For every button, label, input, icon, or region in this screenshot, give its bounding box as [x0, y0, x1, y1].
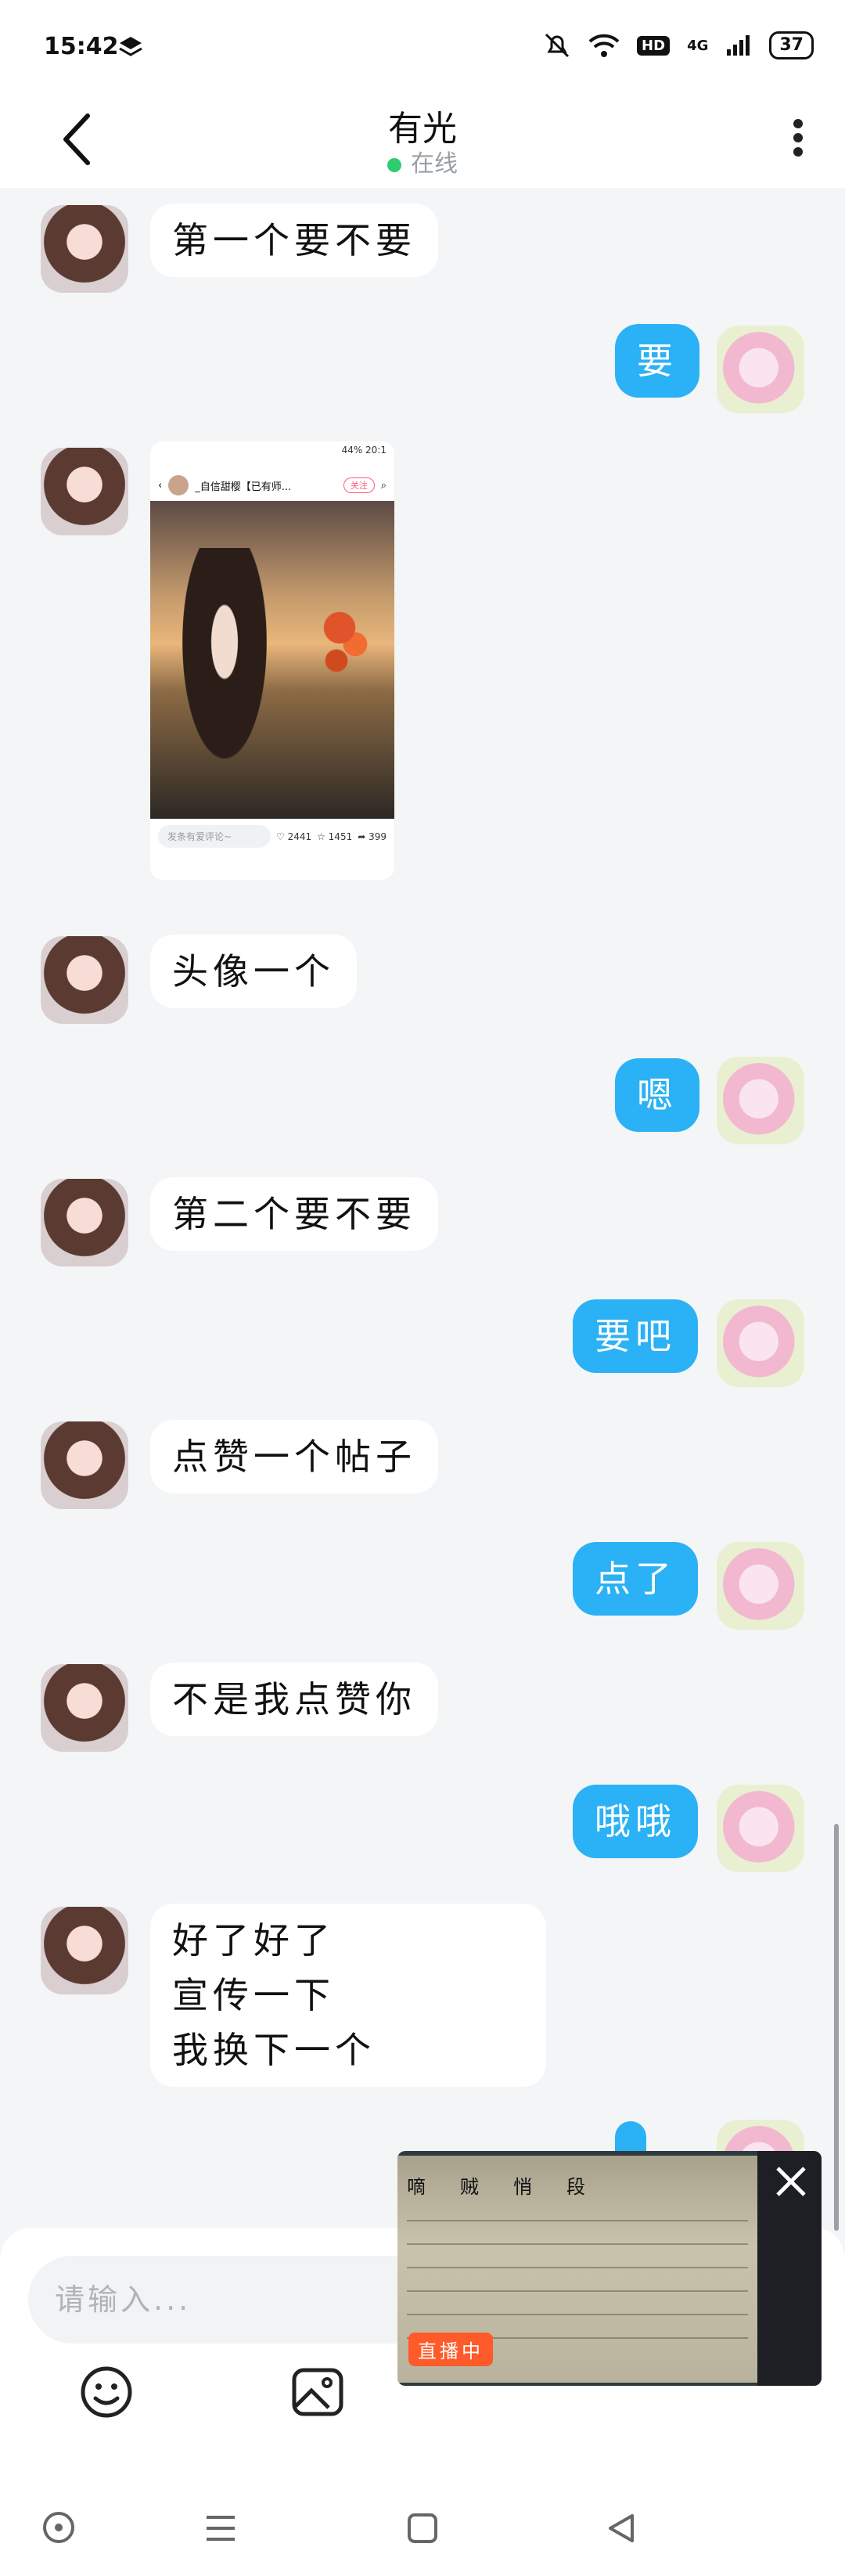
signal-icon	[727, 35, 750, 56]
post-shares: ➦ 399	[358, 830, 387, 842]
more-options-button[interactable]	[782, 114, 814, 169]
layers-icon	[119, 37, 142, 56]
my-avatar[interactable]	[717, 1542, 804, 1630]
message-line: 好了好了	[172, 1919, 335, 1962]
contact-avatar[interactable]	[41, 1179, 128, 1266]
post-image	[150, 501, 394, 819]
status-bar: 15:42 HD 4G 37	[0, 0, 845, 94]
contact-avatar[interactable]	[41, 448, 128, 535]
network-label: 4G	[687, 37, 709, 54]
message-bubble-outgoing[interactable]: 嗯	[615, 1058, 699, 1132]
hd-icon: HD	[637, 35, 671, 56]
emoji-icon[interactable]	[75, 2361, 138, 2423]
message-bubble-incoming[interactable]: 头像一个	[150, 935, 357, 1008]
home-icon[interactable]	[405, 2511, 440, 2545]
search-icon: ⌕	[380, 479, 387, 492]
doc-header-row: 嘀 贼 悄 段	[407, 2171, 585, 2199]
contact-avatar[interactable]	[41, 1421, 128, 1509]
message-line: 宣传一下	[172, 1974, 335, 2016]
girl-figure	[174, 548, 275, 783]
message-line: 我换下一个	[172, 2029, 376, 2071]
post-author: _自信甜樱【已有师...	[195, 481, 292, 493]
post-comment-input: 发条有爱评论~	[158, 825, 271, 848]
favorites-count: 1451	[328, 830, 353, 842]
contact-avatar[interactable]	[41, 205, 128, 293]
follow-button: 关注	[343, 477, 375, 493]
message-bubble-outgoing[interactable]: 点了	[573, 1542, 698, 1616]
contact-avatar[interactable]	[41, 1907, 128, 1994]
doc-label: 悄	[513, 2176, 532, 2198]
flower-bouquet	[315, 595, 377, 704]
live-badge: 直播中	[408, 2333, 493, 2366]
message-bubble-outgoing[interactable]: 要	[615, 324, 699, 398]
doc-label: 段	[566, 2176, 585, 2198]
post-status-bar: 44% 20:1	[150, 441, 394, 470]
my-avatar[interactable]	[717, 1057, 804, 1144]
doc-label: 嘀	[407, 2176, 426, 2198]
doc-label: 贼	[460, 2176, 479, 2198]
menu-icon[interactable]	[203, 2513, 238, 2544]
chat-header: 有光 在线	[0, 94, 845, 188]
close-icon[interactable]	[771, 2162, 811, 2201]
my-avatar[interactable]	[717, 1785, 804, 1872]
battery-indicator: 37	[769, 31, 814, 59]
online-dot	[387, 157, 401, 172]
message-bubble-outgoing[interactable]: 哦哦	[573, 1785, 698, 1858]
wifi-icon	[588, 34, 620, 57]
assistant-dot-icon[interactable]	[41, 2509, 77, 2545]
floating-live-window[interactable]: 嘀 贼 悄 段 直播中	[397, 2151, 822, 2386]
author-avatar	[168, 475, 189, 495]
contact-avatar[interactable]	[41, 1664, 128, 1752]
mute-bell-icon	[545, 33, 570, 58]
presence-status: 在线	[0, 144, 845, 178]
post-status-text: 44% 20:1	[341, 445, 387, 456]
back-triangle-icon[interactable]	[604, 2511, 638, 2545]
shares-count: 399	[369, 830, 387, 842]
post-favorites: ☆ 1451	[317, 830, 353, 842]
scrollbar[interactable]	[834, 1824, 839, 2231]
message-bubble-multiline[interactable]: 好了好了 宣传一下 我换下一个	[150, 1904, 546, 2087]
message-bubble-incoming[interactable]: 不是我点赞你	[150, 1663, 438, 1736]
message-bubble-incoming[interactable]: 第二个要不要	[150, 1177, 438, 1251]
status-icons: HD 4G 37	[543, 31, 814, 59]
system-nav-bar	[0, 2481, 845, 2575]
shared-post-card[interactable]: 44% 20:1 ‹ _自信甜樱【已有师... 关注 ⌕ 发条有爱评论~ ♡ 2…	[150, 441, 394, 880]
contact-name: 有光	[388, 109, 457, 149]
my-avatar[interactable]	[717, 326, 804, 413]
presence-label: 在线	[411, 150, 458, 178]
post-footer: 发条有爱评论~ ♡ 2441 ☆ 1451 ➦ 399	[150, 819, 394, 854]
post-likes: ♡ 2441	[275, 830, 312, 842]
back-icon: ‹	[158, 479, 163, 492]
message-bubble-incoming[interactable]: 第一个要不要	[150, 204, 438, 277]
likes-count: 2441	[287, 830, 312, 842]
message-bubble-incoming[interactable]: 点赞一个帖子	[150, 1420, 438, 1493]
contact-avatar[interactable]	[41, 936, 128, 1024]
image-icon[interactable]	[286, 2361, 349, 2423]
clock: 15:42	[44, 33, 119, 60]
my-avatar[interactable]	[717, 1299, 804, 1387]
message-bubble-outgoing[interactable]: 要吧	[573, 1299, 698, 1373]
post-header: ‹ _自信甜樱【已有师... 关注 ⌕	[150, 470, 394, 501]
